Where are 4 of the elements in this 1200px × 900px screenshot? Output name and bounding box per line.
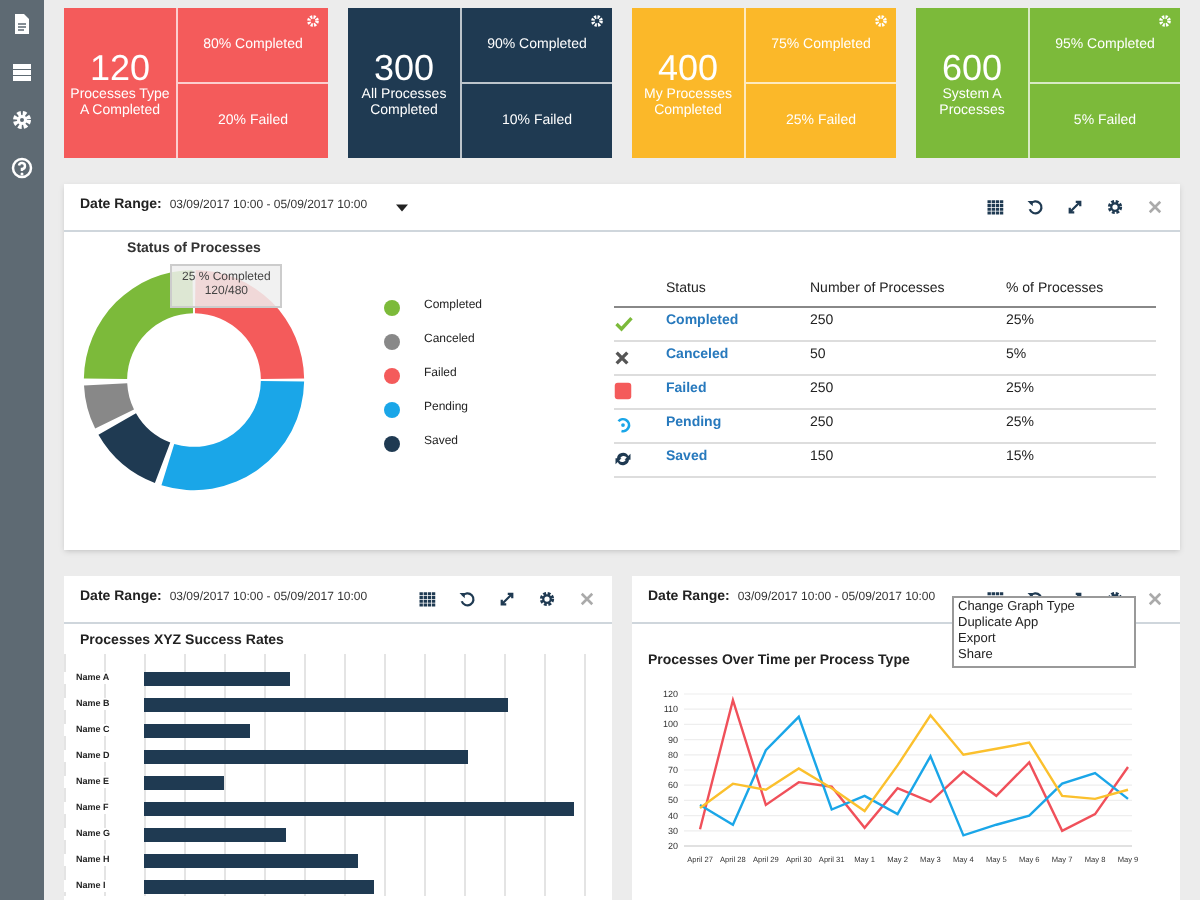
card-total: 300: [373, 47, 435, 87]
card-total: 120: [89, 47, 151, 87]
card-total: 600: [941, 47, 1003, 87]
card-total: 400: [657, 47, 719, 87]
